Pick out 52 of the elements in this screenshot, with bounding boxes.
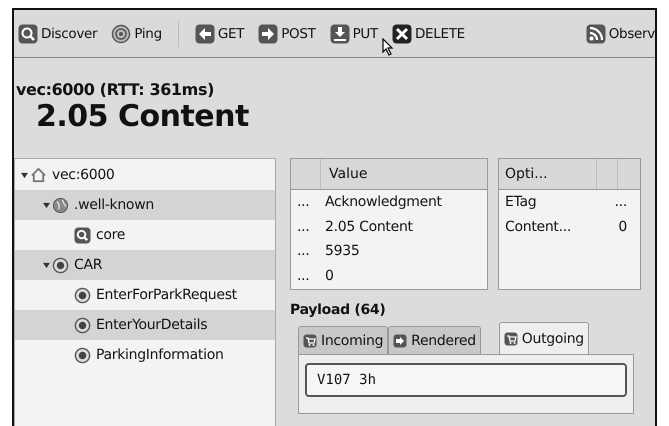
table-cell-text: Acknowledgment bbox=[324, 194, 442, 210]
table-cell-text: 2.05 Content bbox=[324, 218, 413, 235]
toolbar-button[interactable]: Ping bbox=[111, 24, 162, 44]
tree-item[interactable]: .well-known bbox=[15, 190, 275, 220]
table-cell-text: ... bbox=[296, 194, 310, 210]
toolbar-button[interactable]: Discover bbox=[18, 24, 98, 44]
rss-icon bbox=[586, 24, 606, 44]
cart-icon bbox=[504, 332, 518, 346]
toolbar-button[interactable]: GET bbox=[194, 24, 244, 44]
table-cell-text: ... bbox=[296, 243, 310, 260]
response-status: 2.05 Content bbox=[36, 99, 250, 134]
tree-item[interactable]: ParkingInformation bbox=[15, 340, 275, 370]
toolbar-button[interactable]: DELETE bbox=[392, 24, 465, 44]
tree-item[interactable]: EnterYourDetails bbox=[15, 310, 275, 340]
close-icon bbox=[392, 24, 412, 44]
tree-item[interactable]: core bbox=[15, 220, 275, 250]
toolbar-button[interactable]: Observ bbox=[586, 24, 655, 44]
toolbar-button[interactable]: PUT bbox=[330, 24, 378, 44]
table-cell-text: ... bbox=[296, 218, 310, 235]
tab[interactable]: Incoming bbox=[298, 326, 388, 354]
table-cell-text: ... bbox=[296, 268, 310, 284]
target-icon bbox=[111, 24, 132, 44]
table-cell-text: ... bbox=[614, 194, 627, 210]
toolbar-button[interactable]: POST bbox=[258, 24, 316, 44]
table-cell-text: 0 bbox=[324, 268, 334, 284]
search-icon bbox=[18, 24, 38, 44]
expanded-arrow-icon[interactable] bbox=[21, 172, 28, 178]
tree-item[interactable]: vec:6000 bbox=[15, 160, 275, 190]
table-cell-text: 5935 bbox=[324, 243, 360, 260]
target-icon bbox=[74, 286, 91, 304]
tree-item[interactable]: EnterForParkRequest bbox=[15, 280, 275, 310]
tree-item[interactable]: CAR bbox=[15, 250, 275, 280]
table-cell-text: ETag bbox=[504, 194, 538, 210]
tab[interactable]: Outgoing bbox=[498, 322, 589, 354]
target-icon bbox=[74, 316, 91, 334]
target-icon bbox=[52, 256, 69, 274]
home-icon bbox=[30, 166, 47, 184]
expanded-arrow-icon[interactable] bbox=[43, 202, 50, 208]
download-icon bbox=[330, 24, 350, 44]
payload-title: Payload (64) bbox=[290, 302, 386, 318]
response-title: vec:6000 (RTT: 361ms) bbox=[16, 80, 215, 99]
expanded-arrow-icon[interactable] bbox=[43, 262, 50, 268]
search-icon bbox=[74, 226, 91, 244]
tab[interactable]: Rendered bbox=[388, 326, 481, 354]
payload-field[interactable]: V107 3h bbox=[305, 363, 627, 397]
cursor-icon bbox=[382, 38, 394, 56]
table-cell-text: 0 bbox=[617, 218, 627, 235]
target-icon bbox=[74, 346, 91, 364]
table-cell-text: Content... bbox=[504, 218, 572, 235]
right-arrow-icon bbox=[393, 334, 408, 348]
cart-icon bbox=[303, 334, 317, 348]
globe-icon bbox=[52, 196, 69, 214]
